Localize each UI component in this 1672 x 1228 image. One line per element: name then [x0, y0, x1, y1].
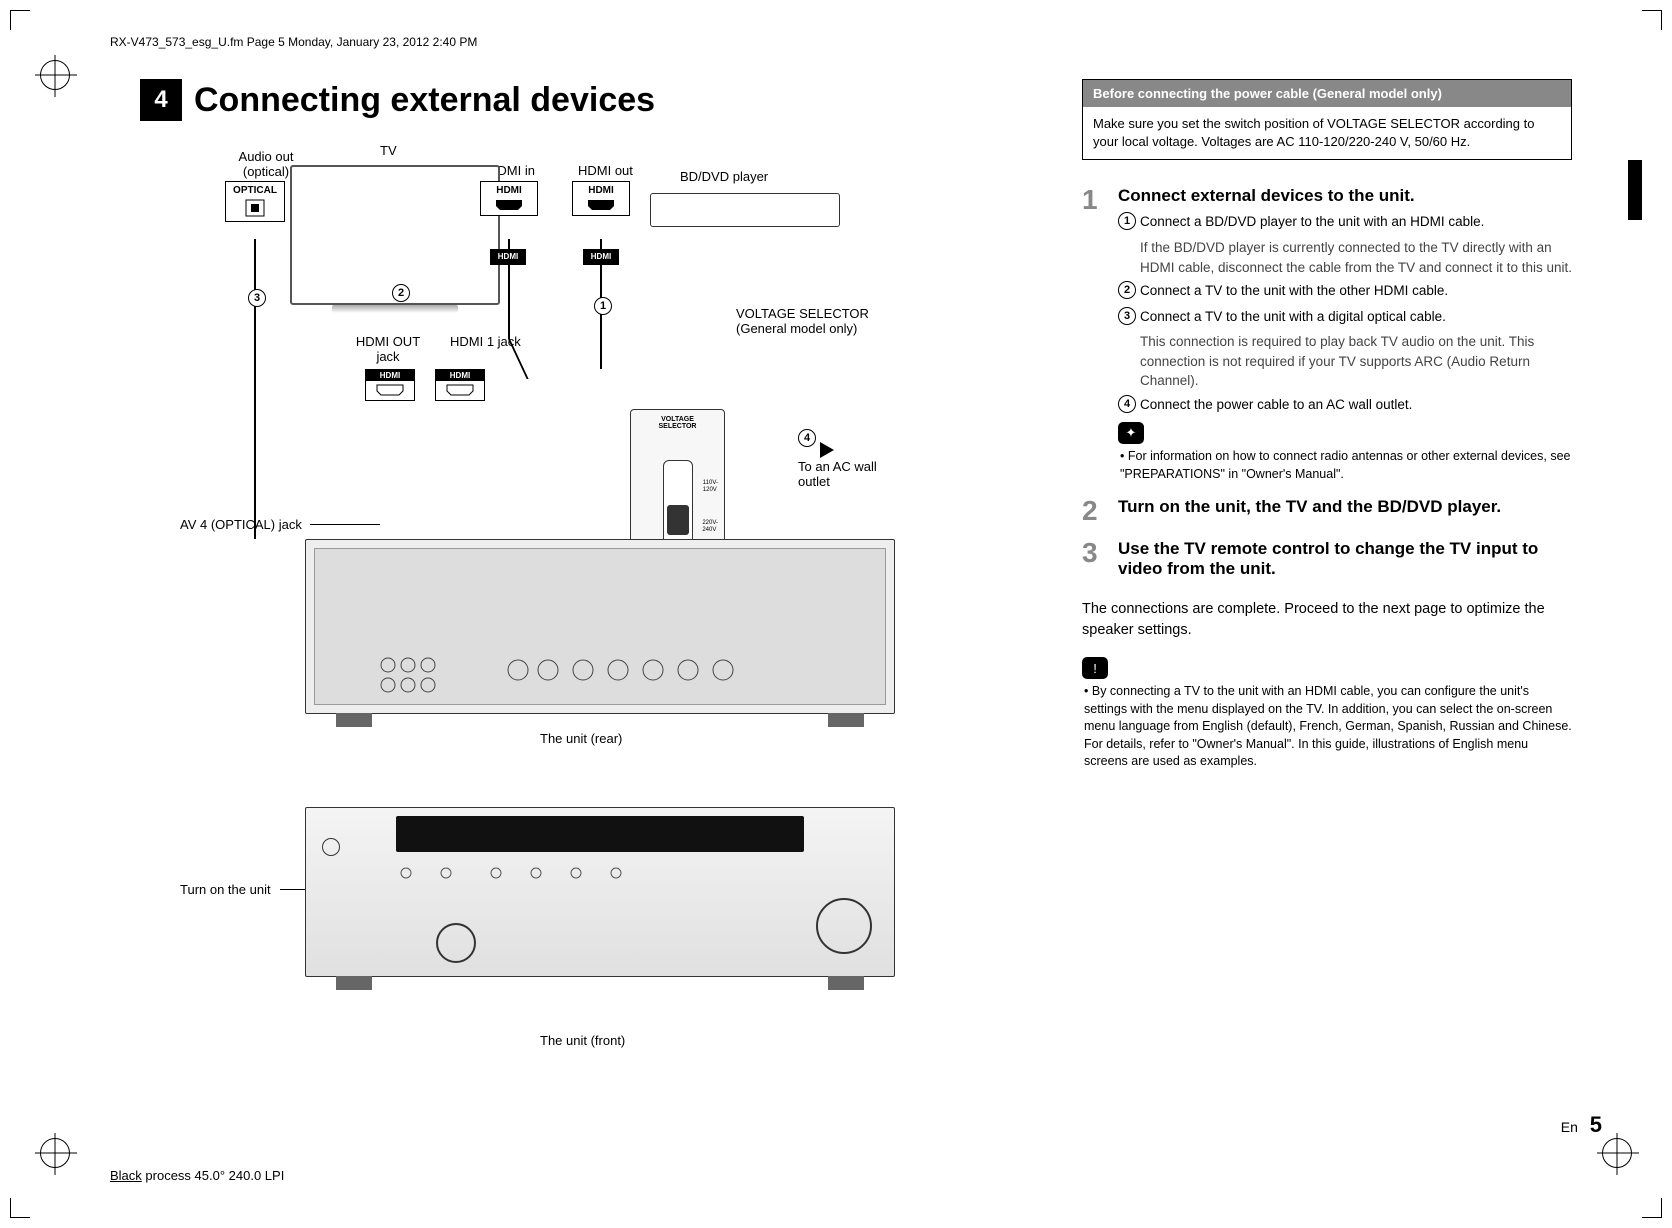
volume-knob-icon — [816, 898, 872, 954]
closing-paragraph: The connections are complete. Proceed to… — [1082, 599, 1572, 641]
port-hdmi-tag: HDMI — [366, 370, 414, 381]
header-meta: RX-V473_573_esg_U.fm Page 5 Monday, Janu… — [110, 35, 1612, 49]
step-number: 2 — [1082, 497, 1106, 525]
diagram-callout-1: 1 — [594, 297, 612, 315]
step-heading: Use the TV remote control to change the … — [1118, 539, 1572, 579]
step-heading: Connect external devices to the unit. — [1118, 186, 1572, 206]
step-2: 2 Turn on the unit, the TV and the BD/DV… — [1082, 497, 1572, 525]
label-tv: TV — [380, 143, 397, 158]
page-number: En 5 — [1561, 1112, 1602, 1138]
tip-text: For information on how to connect radio … — [1120, 448, 1572, 483]
infobox-title: Before connecting the power cable (Gener… — [1083, 80, 1571, 107]
label-voltage: VOLTAGE SELECTOR(General model only) — [736, 306, 906, 336]
hdmi-plug-tag: HDMI — [583, 249, 619, 265]
label-unit-rear: The unit (rear) — [540, 731, 622, 746]
arrow-right-icon — [820, 442, 834, 458]
substep-1c: Connect a TV to the unit with a digital … — [1140, 309, 1446, 324]
unit-front-panel — [305, 807, 895, 977]
substep-1a: Connect a BD/DVD player to the unit with… — [1140, 214, 1484, 229]
step-number: 1 — [1082, 186, 1106, 483]
display-panel — [396, 816, 804, 852]
substep-1c-detail: This connection is required to play back… — [1140, 332, 1572, 391]
step-heading: Turn on the unit, the TV and the BD/DVD … — [1118, 497, 1501, 517]
port-hdmi1-jack: HDMI — [435, 369, 485, 401]
diagram-callout-2: 2 — [392, 284, 410, 302]
label-turn-on: Turn on the unit — [180, 882, 271, 897]
section-number: 4 — [140, 79, 182, 121]
tv-icon — [290, 165, 500, 305]
note-text: By connecting a TV to the unit with an H… — [1084, 683, 1572, 771]
rear-jacks-icon — [318, 630, 878, 700]
label-hdmi-out-jack: HDMI OUTjack — [348, 334, 428, 364]
footer-a: Black — [110, 1168, 142, 1183]
label-hdmi-out: HDMI out — [578, 163, 633, 178]
footer-meta: Black process 45.0° 240.0 LPI — [110, 1168, 284, 1183]
step-number: 3 — [1082, 539, 1106, 585]
port-hdmi-label: HDMI — [496, 185, 522, 196]
label-av4-jack: AV 4 (OPTICAL) jack — [180, 517, 302, 532]
substep-1a-detail: If the BD/DVD player is currently connec… — [1140, 238, 1572, 277]
hdmi-plug-tag: HDMI — [490, 249, 526, 265]
label-bddvd: BD/DVD player — [680, 169, 768, 184]
substep-1d: Connect the power cable to an AC wall ou… — [1140, 397, 1412, 412]
front-buttons-icon — [396, 863, 776, 883]
port-hdmi-label: HDMI — [588, 185, 614, 196]
cable-line — [254, 239, 256, 539]
footer-b: process 45.0° 240.0 LPI — [142, 1168, 285, 1183]
page-num-value: 5 — [1590, 1112, 1602, 1137]
connection-diagram: Audio out(optical) TV HDMI in HDMI out B… — [140, 139, 920, 759]
voltage-info-box: Before connecting the power cable (Gener… — [1082, 79, 1572, 160]
voltage-caption: VOLTAGESELECTOR — [631, 416, 724, 430]
voltage-v2: 220V-240V — [702, 520, 718, 533]
substep-1b: Connect a TV to the unit with the other … — [1140, 283, 1448, 298]
label-to-ac: To an AC walloutlet — [798, 459, 908, 489]
page-lang: En — [1561, 1119, 1578, 1135]
substep-num-3: 3 — [1118, 307, 1136, 325]
power-button-icon — [322, 838, 340, 856]
section-heading: Connecting external devices — [194, 81, 655, 120]
port-hdmi-tag: HDMI — [436, 370, 484, 381]
substep-num-2: 2 — [1118, 281, 1136, 299]
step-1: 1 Connect external devices to the unit. … — [1082, 186, 1572, 483]
leader-line — [310, 524, 380, 525]
port-optical: OPTICAL — [225, 181, 285, 222]
substep-num-4: 4 — [1118, 395, 1136, 413]
note-icon: ! — [1082, 657, 1108, 679]
port-hdmi-in: HDMI — [480, 181, 538, 216]
port-hdmi-out: HDMI — [572, 181, 630, 216]
step-3: 3 Use the TV remote control to change th… — [1082, 539, 1572, 585]
port-hdmi-out-jack: HDMI — [365, 369, 415, 401]
label-hdmi1-jack: HDMI 1 jack — [450, 334, 521, 349]
port-optical-label: OPTICAL — [233, 185, 277, 196]
infobox-body: Make sure you set the switch position of… — [1083, 107, 1571, 159]
bddvd-icon — [650, 193, 840, 227]
unit-rear-panel — [305, 539, 895, 714]
section-title: 4 Connecting external devices — [140, 79, 1052, 121]
voltage-v1: 110V-120V — [703, 480, 718, 493]
label-unit-front: The unit (front) — [540, 1033, 625, 1048]
diagram-callout-3: 3 — [248, 289, 266, 307]
input-knob-icon — [436, 923, 476, 963]
diagram-callout-4: 4 — [798, 429, 816, 447]
tip-icon: ✦ — [1118, 422, 1144, 444]
substep-num-1: 1 — [1118, 212, 1136, 230]
